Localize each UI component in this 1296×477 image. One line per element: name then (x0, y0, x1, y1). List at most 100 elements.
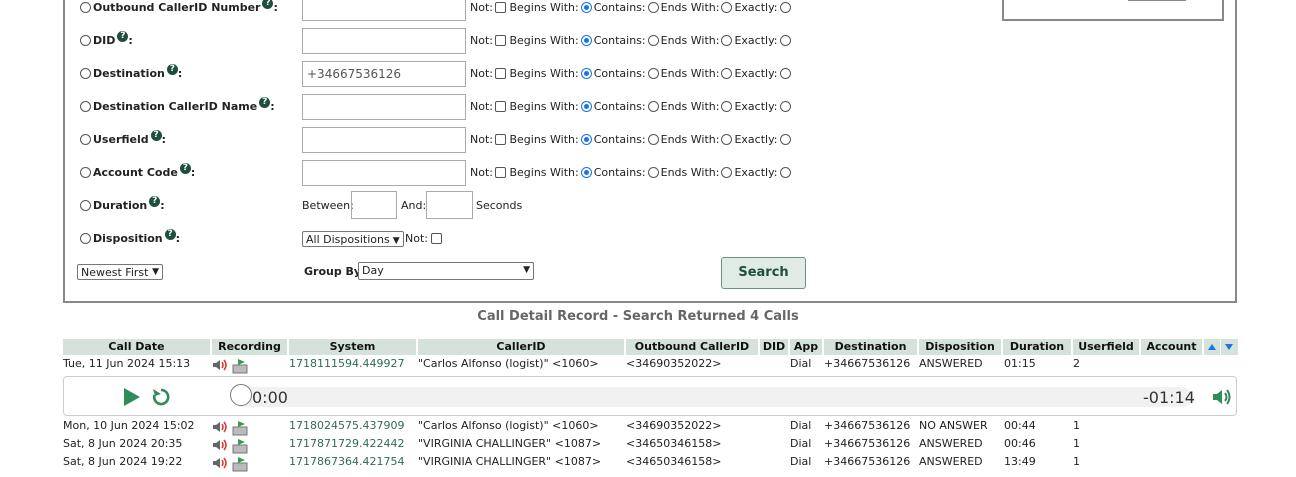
filter-radio[interactable] (80, 133, 91, 145)
progress-knob[interactable] (230, 384, 252, 406)
filter-input[interactable] (302, 28, 466, 54)
exactly-radio[interactable] (721, 166, 733, 178)
cell-outbound: <34690352022> (626, 357, 722, 370)
filter-radio[interactable] (80, 34, 91, 46)
contains-radio[interactable] (580, 166, 592, 178)
ends-radio[interactable] (647, 67, 659, 79)
disposition-radio[interactable] (80, 232, 91, 244)
play-icon[interactable] (122, 387, 142, 410)
begins-label: Begins With: (509, 34, 579, 47)
progress-track[interactable] (232, 387, 1192, 407)
not-checkbox[interactable] (494, 100, 506, 112)
column-header[interactable]: System (289, 339, 416, 355)
contains-radio[interactable] (580, 100, 592, 112)
filter-input[interactable] (302, 0, 466, 21)
contains-radio[interactable] (580, 1, 592, 13)
filter-radio[interactable] (80, 1, 91, 13)
column-header[interactable]: Userfield (1073, 339, 1139, 355)
not-checkbox[interactable] (494, 133, 506, 145)
filter-input[interactable] (302, 94, 466, 120)
sort-up-icon[interactable] (1204, 339, 1220, 355)
download-icon[interactable] (232, 456, 250, 475)
replay-icon[interactable] (150, 386, 172, 411)
exactly-label: Exactly: (734, 133, 778, 146)
exactly-option-radio[interactable] (779, 1, 791, 13)
duration-radio[interactable] (80, 199, 91, 211)
exactly-radio[interactable] (721, 133, 733, 145)
filter-radio[interactable] (80, 100, 91, 112)
sort-order-select[interactable]: Newest First ▼ (77, 264, 163, 280)
column-header[interactable]: CallerID (418, 339, 624, 355)
exactly-radio[interactable] (721, 34, 733, 46)
current-time: 0:00 (252, 388, 288, 407)
download-icon[interactable] (232, 438, 250, 457)
column-header[interactable]: Outbound CallerID (626, 339, 758, 355)
ends-radio[interactable] (647, 133, 659, 145)
speaker-icon[interactable] (212, 456, 230, 473)
ends-radio[interactable] (647, 100, 659, 112)
disposition-not-checkbox[interactable] (431, 232, 443, 244)
help-icon[interactable]: ? (164, 229, 176, 240)
disposition-select[interactable]: All Dispositions ▼ (302, 231, 404, 247)
not-checkbox[interactable] (494, 166, 506, 178)
contains-radio[interactable] (580, 67, 592, 79)
exactly-option-radio[interactable] (779, 133, 791, 145)
exactly-radio[interactable] (721, 100, 733, 112)
filter-radio[interactable] (80, 67, 91, 79)
cell-system[interactable]: 1718111594.449927 (289, 357, 404, 371)
not-label: Not: (470, 1, 493, 14)
exactly-option-radio[interactable] (779, 100, 791, 112)
disposition-not-label: Not: (405, 229, 443, 249)
download-icon[interactable] (232, 358, 250, 377)
volume-icon[interactable] (1211, 387, 1233, 410)
column-header[interactable]: Account (1141, 339, 1202, 355)
contains-radio[interactable] (580, 34, 592, 46)
filter-input[interactable] (302, 160, 466, 186)
ends-radio[interactable] (647, 166, 659, 178)
download-icon[interactable] (232, 420, 250, 439)
exactly-radio[interactable] (721, 1, 733, 13)
filter-input[interactable]: +34667536126 (302, 61, 466, 87)
duration-min-input[interactable] (351, 191, 397, 219)
exactly-option-radio[interactable] (779, 67, 791, 79)
filter-radio[interactable] (80, 166, 91, 178)
sort-down-icon[interactable] (1221, 339, 1238, 355)
cell-date: Sat, 8 Jun 2024 19:22 (63, 455, 183, 468)
group-by-select[interactable]: Day ▼ (358, 262, 534, 280)
help-icon[interactable]: ? (150, 130, 162, 141)
exactly-option-radio[interactable] (779, 166, 791, 178)
help-icon[interactable]: ? (259, 97, 271, 108)
match-options: Not: Begins With: Contains: Ends With: Exac… (470, 163, 793, 183)
column-header[interactable]: App (790, 339, 822, 355)
help-icon[interactable]: ? (262, 0, 274, 9)
help-icon[interactable]: ? (166, 64, 178, 75)
not-checkbox[interactable] (494, 67, 506, 79)
exactly-radio[interactable] (721, 67, 733, 79)
cell-disposition: NO ANSWER (919, 419, 988, 432)
help-icon[interactable]: ? (179, 163, 191, 174)
help-icon[interactable]: ? (117, 31, 129, 42)
column-header[interactable]: Recording (212, 339, 287, 355)
speaker-icon[interactable] (212, 438, 230, 455)
cell-system[interactable]: 1717867364.421754 (289, 455, 404, 469)
not-checkbox[interactable] (494, 34, 506, 46)
column-header[interactable]: Duration (1003, 339, 1071, 355)
speaker-icon[interactable] (212, 420, 230, 437)
cell-system[interactable]: 1718024575.437909 (289, 419, 404, 433)
duration-max-input[interactable] (426, 191, 473, 219)
help-icon[interactable]: ? (149, 196, 161, 207)
column-header[interactable]: Disposition (919, 339, 1001, 355)
ends-radio[interactable] (647, 1, 659, 13)
exactly-option-radio[interactable] (779, 34, 791, 46)
column-header[interactable]: DID (760, 339, 788, 355)
search-button[interactable]: Search (721, 257, 806, 289)
ends-radio[interactable] (647, 34, 659, 46)
not-label: Not: (470, 100, 493, 113)
not-checkbox[interactable] (494, 1, 506, 13)
contains-radio[interactable] (580, 133, 592, 145)
column-header[interactable]: Destination (824, 339, 917, 355)
cell-system[interactable]: 1717871729.422442 (289, 437, 404, 451)
column-header[interactable]: Call Date (63, 339, 210, 355)
filter-input[interactable] (302, 127, 466, 153)
speaker-icon[interactable] (212, 358, 230, 375)
